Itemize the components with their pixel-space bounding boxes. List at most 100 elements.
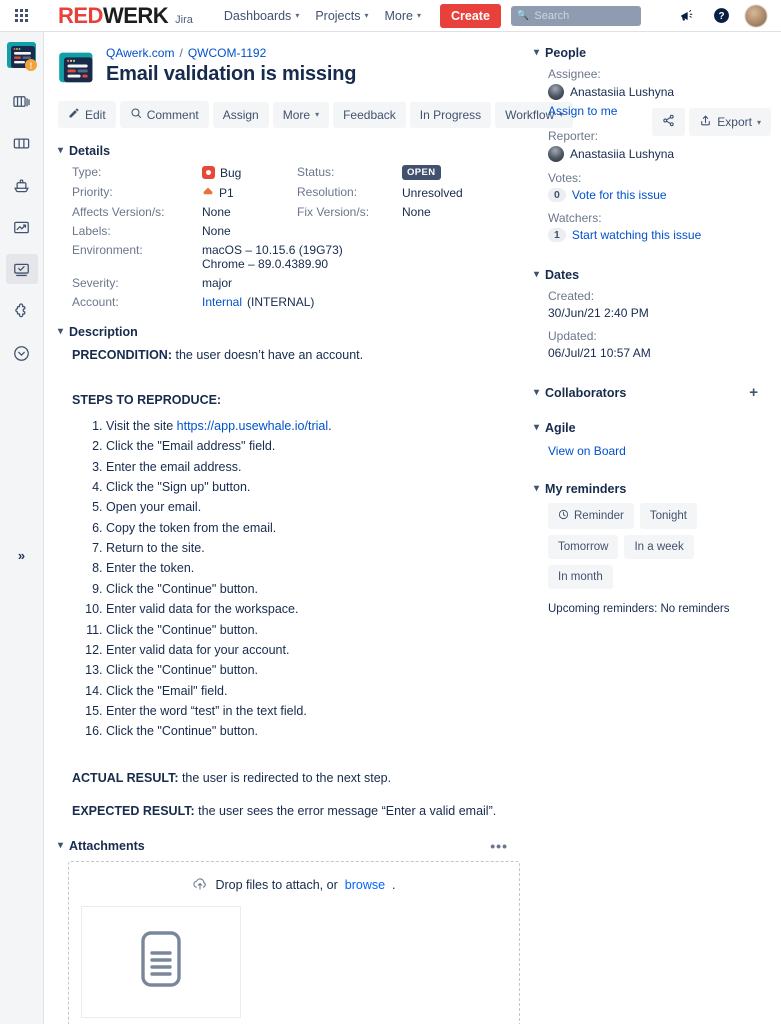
votes-value: 0 Vote for this issue: [548, 188, 766, 202]
top-navigation-bar: RED WERK Jira Dashboards ▾ Projects ▾ Mor…: [0, 0, 781, 32]
upcoming-reminders-text: Upcoming reminders: No reminders: [548, 603, 730, 615]
sidebar-expand-button[interactable]: »: [9, 542, 35, 568]
clock-icon: [558, 509, 569, 523]
issue-main-column: QAwerk.com / QWCOM-1192 Email validation…: [58, 46, 574, 1024]
reminder-tonight-button[interactable]: Tonight: [639, 503, 697, 529]
issue-action-bar-right: Export ▾: [652, 108, 771, 136]
comment-button[interactable]: Comment: [119, 101, 209, 128]
redwerk-logo[interactable]: RED WERK Jira: [58, 3, 193, 29]
export-button[interactable]: Export ▾: [689, 108, 771, 136]
nav-dashboards[interactable]: Dashboards ▾: [217, 4, 306, 28]
help-icon[interactable]: ?: [711, 6, 731, 26]
environment-line-os: macOS – 10.15.6 (19G73): [202, 243, 343, 257]
share-button[interactable]: [652, 108, 686, 136]
attachments-section-header[interactable]: ▾ Attachments •••: [58, 838, 514, 854]
nav-right-icons: ?: [677, 4, 773, 27]
sidebar-item-tests[interactable]: [5, 254, 38, 284]
status-value: OPEN: [402, 165, 514, 180]
chevron-down-icon: ▾: [416, 11, 421, 20]
description-section-header[interactable]: ▾ Description: [58, 325, 514, 339]
app-switcher-icon[interactable]: [8, 3, 34, 29]
reminder-in-a-week-button[interactable]: In a week: [624, 535, 694, 559]
priority-value: P1: [202, 185, 297, 200]
megaphone-icon[interactable]: [677, 6, 697, 26]
view-on-board-link[interactable]: View on Board: [548, 444, 626, 458]
precondition-label: PRECONDITION:: [72, 348, 172, 362]
breadcrumb-project-link[interactable]: QAwerk.com: [106, 46, 174, 60]
details-section-header[interactable]: ▾ Details: [58, 144, 514, 158]
sidebar-project-avatar[interactable]: !: [6, 40, 38, 72]
more-button[interactable]: More ▾: [272, 101, 330, 128]
watchers-label: Watchers:: [548, 211, 602, 225]
sidebar-item-releases[interactable]: [6, 170, 38, 200]
sidebar-item-reports[interactable]: [6, 212, 38, 242]
people-section-header[interactable]: ▾ People: [534, 46, 766, 60]
severity-label: Severity:: [72, 276, 119, 290]
agile-heading: Agile: [545, 421, 576, 435]
avatar: [548, 146, 564, 162]
list-item: Click the "Sign up" button.: [106, 478, 514, 497]
vote-link[interactable]: Vote for this issue: [572, 188, 667, 202]
details-section: ▾ Details Type: Bug Status: OPEN Priorit…: [58, 144, 514, 309]
export-button-label: Export: [717, 115, 752, 129]
assign-button[interactable]: Assign: [212, 101, 269, 128]
attachments-section: ▾ Attachments ••• Drop files to attach, …: [58, 838, 520, 1024]
reminder-in-month-button[interactable]: In month: [548, 565, 613, 589]
reminder-button[interactable]: Reminder: [548, 503, 634, 529]
priority-p1-icon: [202, 185, 214, 200]
user-avatar[interactable]: [745, 4, 767, 27]
affects-version-label: Affects Version/s:: [72, 205, 165, 219]
agile-section-header[interactable]: ▾ Agile: [534, 421, 766, 435]
upload-cloud-icon: [192, 876, 208, 894]
collaborators-section-header[interactable]: ▾ Collaborators +: [534, 384, 766, 401]
chevron-down-icon: ▾: [315, 110, 320, 119]
attachments-dropzone[interactable]: Drop files to attach, or browse. bug-1: [68, 860, 520, 1024]
list-item: Open your email.: [106, 498, 514, 517]
comment-icon: [130, 107, 142, 122]
assign-to-me-link[interactable]: Assign to me: [548, 104, 617, 118]
list-item: Enter valid data for your account.: [106, 641, 514, 660]
details-heading: Details: [69, 144, 111, 158]
account-link[interactable]: Internal: [202, 295, 242, 309]
list-item: Enter the token.: [106, 559, 514, 578]
watch-link[interactable]: Start watching this issue: [572, 228, 701, 242]
attachments-more-icon[interactable]: •••: [490, 838, 514, 854]
sidebar-item-board[interactable]: [6, 128, 38, 158]
chevron-down-icon: ▾: [58, 326, 64, 337]
description-heading: Description: [69, 325, 138, 339]
add-collaborator-icon[interactable]: +: [749, 384, 766, 401]
dates-section-header[interactable]: ▾ Dates: [534, 268, 766, 282]
priority-label: Priority:: [72, 185, 113, 199]
sidebar-item-history[interactable]: [6, 338, 38, 368]
attachment-thumbnail[interactable]: [81, 905, 241, 1018]
reminders-section-header[interactable]: ▾ My reminders: [534, 482, 766, 496]
browse-link[interactable]: browse: [345, 878, 385, 892]
search-input[interactable]: 🔍 Search: [510, 5, 641, 26]
list-item: Click the "Continue" button.: [106, 661, 514, 680]
fix-version-label: Fix Version/s:: [297, 205, 370, 219]
labels-value: None: [202, 224, 231, 238]
list-item: Click the "Continue" button.: [106, 580, 514, 599]
chevron-down-icon: ▾: [534, 386, 540, 398]
steps-list: Visit the site https://app.usewhale.io/t…: [106, 417, 514, 742]
reminder-tomorrow-button[interactable]: Tomorrow: [548, 535, 619, 559]
sidebar-item-backlog[interactable]: [6, 86, 38, 116]
list-item: Enter the email address.: [106, 458, 514, 477]
list-item: Click the "Continue" button.: [106, 621, 514, 640]
in-progress-button[interactable]: In Progress: [409, 101, 492, 128]
nav-projects[interactable]: Projects ▾: [308, 4, 375, 28]
attachment-card: bug-1.mp4 06/Jul/21 10:56 AM 3,69 MB: [81, 905, 241, 1024]
breadcrumb-issue-link[interactable]: QWCOM-1192: [188, 46, 266, 60]
create-button[interactable]: Create: [440, 3, 501, 28]
updated-label: Updated:: [548, 329, 597, 343]
actual-result-label: ACTUAL RESULT:: [72, 770, 179, 785]
affects-version-value: None: [202, 205, 231, 219]
edit-button[interactable]: Edit: [58, 101, 116, 128]
nav-more[interactable]: More ▾: [378, 4, 429, 28]
actual-result-text: the user is redirected to the next step.: [178, 770, 392, 785]
step-1-link[interactable]: https://app.usewhale.io/trial: [177, 419, 328, 433]
feedback-button[interactable]: Feedback: [333, 101, 406, 128]
sidebar-item-add-ons[interactable]: [6, 296, 38, 326]
list-item: Enter the word “test” in the text field.: [106, 702, 514, 721]
